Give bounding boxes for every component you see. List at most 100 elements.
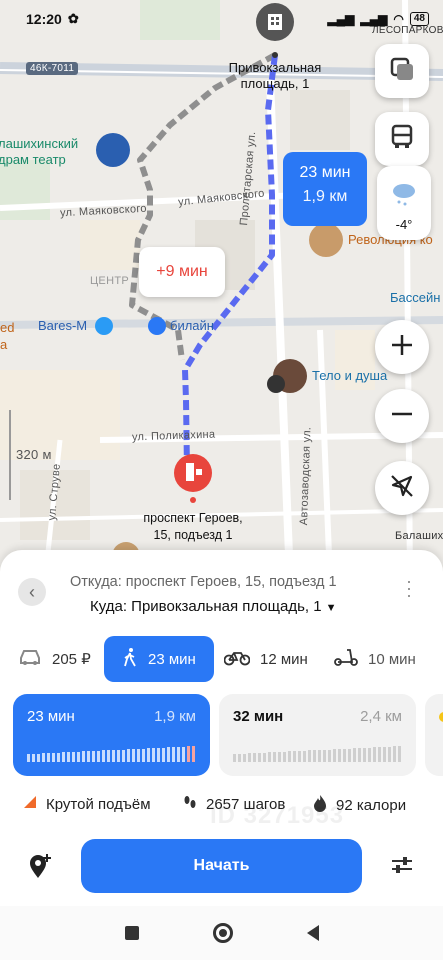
transport-button[interactable] bbox=[375, 112, 429, 166]
alt-route-bubble[interactable]: +9 мин bbox=[139, 247, 225, 297]
left-edge-label: а bbox=[0, 337, 8, 352]
elevation-bar bbox=[147, 748, 150, 762]
battery-icon: 48 bbox=[409, 12, 429, 26]
route-card-1[interactable]: 23 мин 1,9 км bbox=[13, 694, 210, 776]
elevation-bar bbox=[368, 748, 371, 762]
elevation-bar bbox=[308, 750, 311, 762]
add-pin-icon bbox=[28, 854, 52, 883]
route-eta-bubble[interactable]: 23 мин 1,9 км bbox=[283, 152, 367, 226]
minus-icon bbox=[390, 402, 414, 431]
elevation-bar bbox=[263, 753, 266, 762]
scooter-icon bbox=[334, 648, 358, 670]
zoom-out-button[interactable] bbox=[375, 389, 429, 443]
layers-button[interactable] bbox=[375, 44, 429, 98]
transport-modes: 205 ₽ 23 мин 12 мин 10 мин bbox=[0, 636, 443, 682]
route-sheet[interactable]: ‹ Откуда: проспект Героев, 15, подъезд 1… bbox=[0, 550, 443, 906]
to-field[interactable]: Куда: Привокзальная площадь, 1 ▼ bbox=[90, 598, 336, 615]
stat-climb: Крутой подъём bbox=[22, 794, 151, 814]
weather-temp: -4° bbox=[395, 217, 413, 232]
elevation-bar bbox=[288, 751, 291, 762]
elevation-bar bbox=[47, 753, 50, 762]
district-label: ЦЕНТР bbox=[90, 275, 129, 287]
elevation-bar bbox=[273, 752, 276, 762]
wifi-icon: ◠ bbox=[393, 12, 404, 26]
system-nav-bar bbox=[0, 906, 443, 960]
sliders-icon bbox=[390, 857, 414, 881]
bus-icon bbox=[389, 124, 415, 155]
elevation-bar bbox=[37, 754, 40, 762]
elevation-bar bbox=[152, 748, 155, 762]
telo-label[interactable]: Тело и душа bbox=[312, 368, 387, 383]
elevation-bar bbox=[388, 747, 391, 762]
car-icon bbox=[18, 648, 42, 670]
elevation-bar bbox=[363, 748, 366, 762]
bares-label[interactable]: Bares-М bbox=[38, 318, 87, 333]
elevation-bar bbox=[323, 750, 326, 762]
route-options: 23 мин 1,9 км 32 мин 2,4 км bbox=[0, 694, 443, 778]
add-waypoint-button[interactable] bbox=[28, 853, 52, 884]
elevation-bar bbox=[338, 749, 341, 762]
from-field[interactable]: Откуда: проспект Героев, 15, подъезд 1 bbox=[70, 574, 337, 590]
back-button[interactable]: ‹ bbox=[18, 578, 46, 606]
home-icon[interactable] bbox=[212, 923, 233, 943]
elevation-bar bbox=[67, 752, 70, 762]
elevation-bar bbox=[157, 748, 160, 762]
elevation-bar bbox=[32, 754, 35, 762]
map-view[interactable]: 46К-7011 ЛЕСОПАРКОВАЯ Привокзальная площ… bbox=[0, 0, 443, 580]
elevation-bar bbox=[373, 747, 376, 762]
elevation-bar bbox=[383, 747, 386, 762]
elevation-bar bbox=[97, 751, 100, 762]
cloud-snow-icon bbox=[389, 184, 419, 212]
elevation-bar bbox=[268, 752, 271, 762]
route-settings-button[interactable] bbox=[390, 853, 414, 882]
scale-label: 320 м bbox=[16, 447, 52, 462]
signal-icon: ▂▄▆ bbox=[360, 12, 388, 26]
start-label: проспект Героев, 15, подъезд 1 bbox=[143, 511, 243, 542]
elevation-bar bbox=[298, 751, 301, 762]
route-card-3[interactable] bbox=[425, 694, 443, 776]
theatre-label[interactable]: лашихинский драм театр bbox=[0, 136, 98, 168]
route-card-2[interactable]: 32 мин 2,4 км bbox=[219, 694, 416, 776]
left-edge-label: ed bbox=[0, 320, 15, 335]
elevation-bar bbox=[187, 746, 190, 762]
zoom-in-button[interactable] bbox=[375, 320, 429, 374]
elevation-bar bbox=[398, 746, 401, 762]
elevation-bar bbox=[248, 753, 251, 762]
elevation-bar bbox=[258, 753, 261, 762]
elevation-bar bbox=[378, 747, 381, 762]
mode-scooter[interactable]: 10 мин bbox=[334, 636, 416, 682]
beeline-label[interactable]: билайн bbox=[170, 318, 214, 333]
status-bar: 12:20 ✿ ▂▄▆ ▂▄▆ ◠ 48 bbox=[0, 0, 443, 38]
elevation-bar bbox=[238, 754, 241, 762]
elevation-bar bbox=[87, 751, 90, 762]
road-badge: 46К-7011 bbox=[26, 62, 79, 75]
weather-widget[interactable]: -4° bbox=[377, 166, 431, 240]
start-button[interactable]: Начать bbox=[81, 839, 362, 893]
elevation-profile bbox=[233, 746, 401, 762]
destination-label: Привокзальная площадь, 1 bbox=[228, 60, 322, 91]
mode-walk[interactable]: 23 мин bbox=[104, 636, 214, 682]
elevation-bar bbox=[333, 749, 336, 762]
bike-icon bbox=[223, 648, 251, 670]
status-time: 12:20 bbox=[26, 11, 62, 27]
elevation-bar bbox=[137, 749, 140, 762]
elevation-bar bbox=[102, 750, 105, 762]
elevation-bar bbox=[393, 746, 396, 762]
pool-label[interactable]: Бассейн bbox=[390, 290, 440, 305]
elevation-bar bbox=[278, 752, 281, 762]
more-menu-button[interactable]: · · · bbox=[404, 572, 414, 604]
layers-icon bbox=[389, 56, 415, 87]
elevation-bar bbox=[343, 749, 346, 762]
elevation-bar bbox=[253, 753, 256, 762]
recents-icon[interactable] bbox=[124, 926, 139, 940]
elevation-bar bbox=[167, 747, 170, 762]
notification-icon: ✿ bbox=[67, 11, 79, 26]
chevron-down-icon: ▼ bbox=[325, 602, 337, 614]
mode-taxi[interactable]: 205 ₽ bbox=[18, 636, 91, 682]
plus-icon bbox=[390, 333, 414, 362]
elevation-bar bbox=[182, 747, 185, 762]
location-button[interactable] bbox=[375, 461, 429, 515]
back-icon[interactable] bbox=[306, 925, 319, 941]
elevation-bar bbox=[117, 750, 120, 762]
mode-bike[interactable]: 12 мин bbox=[223, 636, 308, 682]
